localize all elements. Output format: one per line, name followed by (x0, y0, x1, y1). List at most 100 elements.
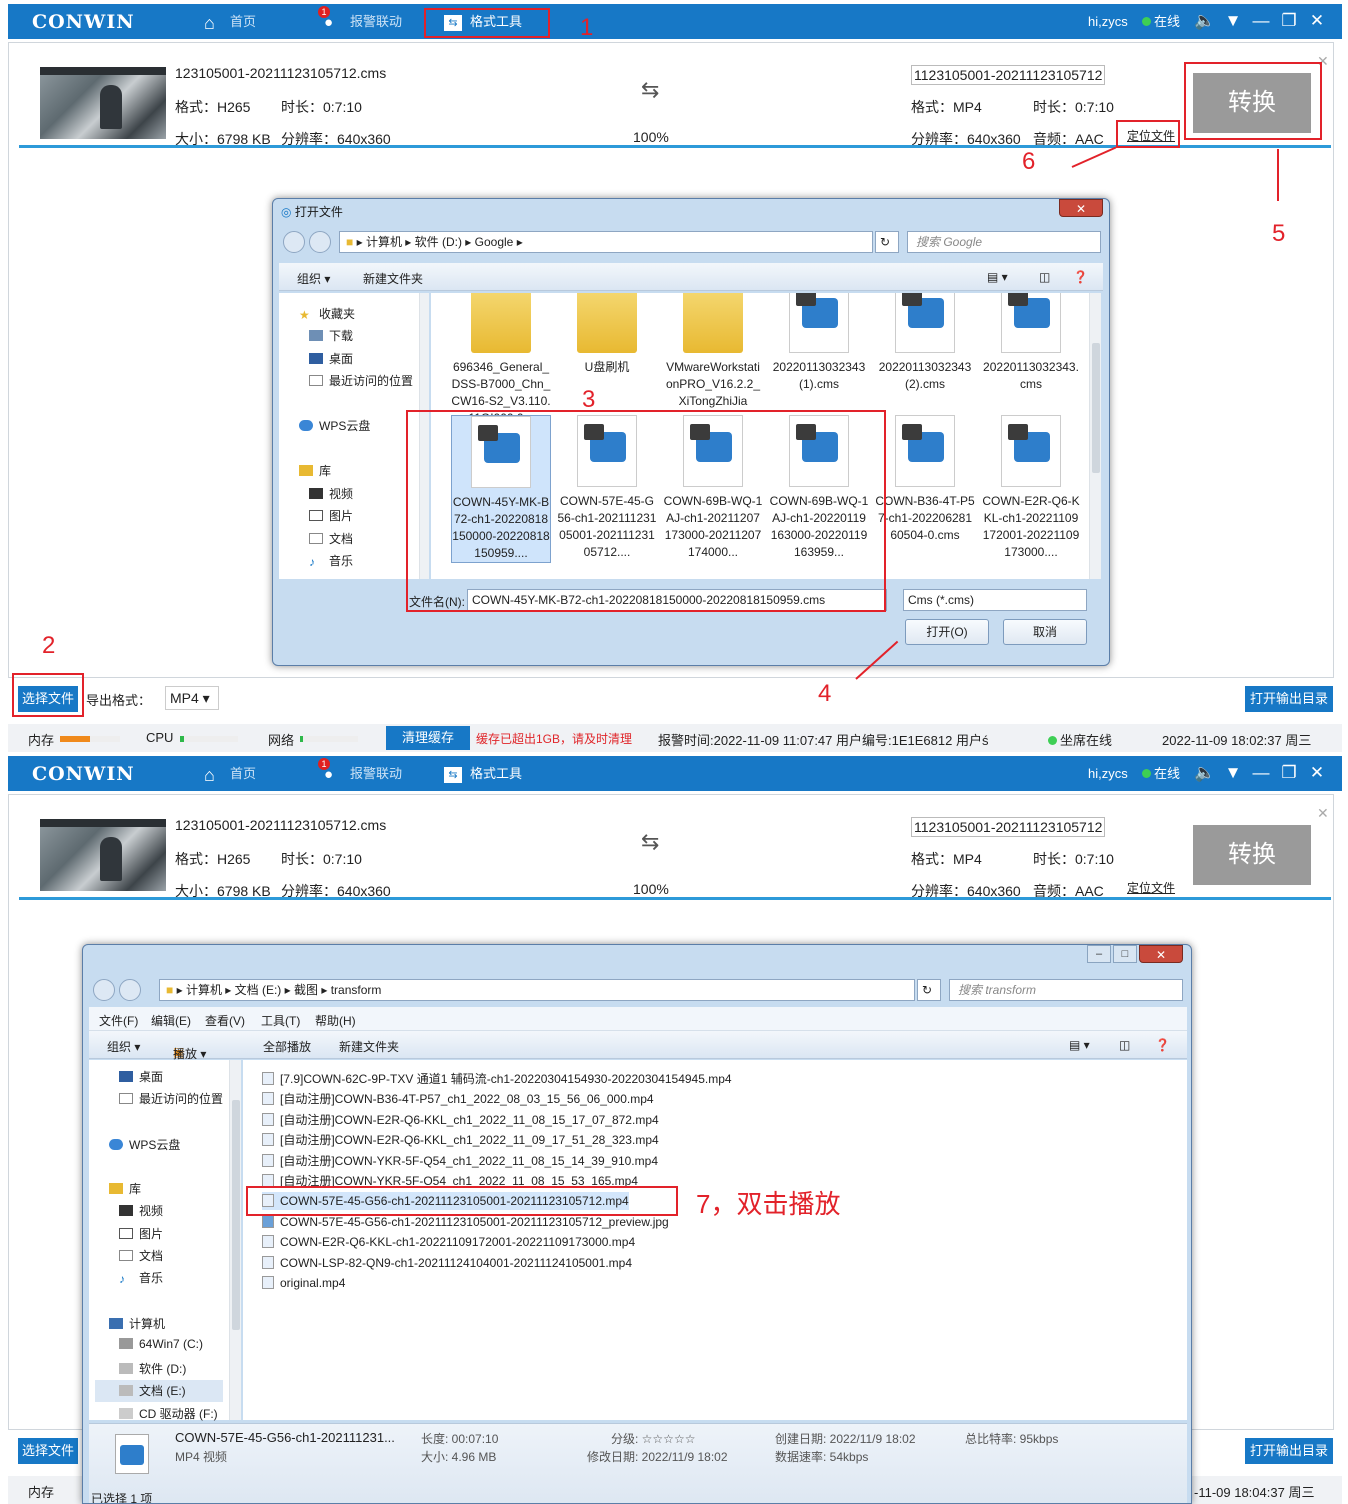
organize-menu[interactable]: 组织 ▾ (107, 1038, 140, 1055)
nav-drive-d[interactable]: 软件 (D:) (119, 1360, 186, 1377)
nav-cd-drive[interactable]: CD 驱动器 (F:) (119, 1405, 218, 1422)
file-item[interactable]: VMwareWorkstationPRO_V16.2.2_XiTongZhiJi… (663, 293, 763, 410)
nav-libraries[interactable]: 库 (109, 1180, 141, 1197)
view-icon[interactable]: ▤ ▾ (987, 270, 1008, 284)
address-bar[interactable]: ■ ▸ 计算机 ▸ 软件 (D:) ▸ Google ▸ (339, 231, 873, 253)
nav-documents[interactable]: 文档 (309, 530, 353, 547)
file-item[interactable]: COWN-B36-4T-P57-ch1-20220628160504-0.cms (875, 415, 975, 544)
dropdown-icon[interactable]: ▼ (1222, 761, 1244, 785)
nav-computer[interactable]: 计算机 (109, 1315, 165, 1332)
minimize-icon[interactable]: — (1250, 761, 1272, 785)
search-input[interactable]: 搜索 Google (907, 231, 1101, 253)
nav-recent[interactable]: 最近访问的位置 (309, 372, 413, 389)
nav-wps-cloud[interactable]: WPS云盘 (299, 417, 370, 434)
convert-button[interactable]: 转换 (1193, 825, 1311, 885)
forward-icon[interactable] (119, 979, 141, 1001)
nav-pictures[interactable]: 图片 (309, 507, 353, 524)
window-minimize-button[interactable]: – (1087, 945, 1111, 963)
scrollbar-thumb[interactable] (232, 1100, 240, 1330)
menu-tools[interactable]: 工具(T) (261, 1012, 300, 1029)
menu-edit[interactable]: 编辑(E) (151, 1012, 191, 1029)
nav-documents[interactable]: 文档 (119, 1247, 163, 1264)
nav-drive-e[interactable]: 文档 (E:) (95, 1380, 223, 1402)
volume-icon[interactable]: 🔈 (1194, 9, 1216, 33)
list-item[interactable]: original.mp4 (262, 1274, 345, 1292)
open-output-dir-button[interactable]: 打开输出目录 (1245, 1438, 1333, 1464)
dropdown-icon[interactable]: ▼ (1222, 9, 1244, 33)
menu-view[interactable]: 查看(V) (205, 1012, 245, 1029)
nav-favorites[interactable]: ★ 收藏夹 (299, 305, 355, 322)
nav-videos[interactable]: 视频 (119, 1202, 163, 1219)
play-all-button[interactable]: 全部播放 (263, 1038, 311, 1055)
view-icon[interactable]: ▤ ▾ (1069, 1038, 1090, 1052)
nav-wps-cloud[interactable]: WPS云盘 (109, 1136, 180, 1153)
list-item[interactable]: [自动注册]COWN-B36-4T-P57_ch1_2022_08_03_15_… (262, 1090, 654, 1108)
minimize-icon[interactable]: — (1250, 9, 1272, 33)
nav-alarm-linkage[interactable]: 1 ● 报警联动 (318, 6, 402, 34)
nav-recent[interactable]: 最近访问的位置 (119, 1090, 223, 1107)
clear-cache-button[interactable]: 清理缓存 (386, 726, 470, 750)
nav-format-tool[interactable]: ⇆ 格式工具 (444, 762, 522, 786)
detail-rating[interactable]: 分级: ☆☆☆☆☆ (611, 1430, 695, 1447)
file-item[interactable]: COWN-E2R-Q6-KKL-ch1-20221109172001-20221… (981, 415, 1081, 561)
preview-pane-icon[interactable]: ◫ (1119, 1038, 1130, 1052)
locate-file-link[interactable]: 定位文件 (1127, 879, 1175, 896)
file-item[interactable]: 20220113032343 (2).cms (875, 293, 975, 393)
nav-home[interactable]: ⌂ 首页 (204, 762, 256, 786)
file-item[interactable]: 20220113032343.cms (981, 293, 1081, 393)
nav-home[interactable]: ⌂ 首页 (204, 10, 256, 34)
help-icon[interactable]: ❓ (1155, 1038, 1170, 1052)
help-icon[interactable]: ❓ (1073, 270, 1088, 284)
preview-pane-icon[interactable]: ◫ (1039, 270, 1050, 284)
list-item[interactable]: [自动注册]COWN-E2R-Q6-KKL_ch1_2022_11_09_17_… (262, 1131, 659, 1149)
back-icon[interactable] (93, 979, 115, 1001)
volume-icon[interactable]: 🔈 (1194, 761, 1216, 785)
menu-file[interactable]: 文件(F) (99, 1012, 138, 1029)
organize-menu[interactable]: 组织 ▾ (297, 270, 330, 287)
cancel-button[interactable]: 取消 (1003, 619, 1087, 645)
restore-icon[interactable]: ❐ (1278, 761, 1300, 785)
open-output-dir-button[interactable]: 打开输出目录 (1245, 686, 1333, 712)
search-input[interactable]: 搜索 transform (949, 979, 1183, 1001)
nav-desktop[interactable]: 桌面 (119, 1068, 163, 1085)
refresh-icon[interactable]: ↻ (875, 231, 899, 253)
address-bar[interactable]: ■ ▸ 计算机 ▸ 文档 (E:) ▸ 截图 ▸ transform (159, 979, 915, 1001)
window-maximize-button[interactable]: □ (1113, 945, 1137, 963)
files-scrollbar[interactable] (1089, 293, 1101, 579)
new-folder-button[interactable]: 新建文件夹 (339, 1038, 399, 1055)
close-icon[interactable]: ✕ (1306, 9, 1328, 33)
list-item[interactable]: [7.9]COWN-62C-9P-TXV 通道1 辅码流-ch1-2022030… (262, 1070, 732, 1088)
file-item[interactable]: 696346_General_DSS-B7000_Chn_CW16-S2_V3.… (451, 293, 551, 427)
scrollbar-thumb[interactable] (1092, 343, 1100, 473)
list-item[interactable]: COWN-E2R-Q6-KKL-ch1-20221109172001-20221… (262, 1233, 635, 1251)
nav-pictures[interactable]: 图片 (119, 1225, 163, 1242)
nav-drive-c[interactable]: 64Win7 (C:) (119, 1337, 203, 1351)
file-item[interactable]: U盘刷机 (557, 293, 657, 376)
nav-alarm-linkage[interactable]: 1 ● 报警联动 (318, 758, 402, 786)
nav-scrollbar[interactable] (229, 1060, 241, 1420)
dialog-close-button[interactable]: ✕ (1059, 199, 1103, 217)
refresh-icon[interactable]: ↻ (917, 979, 941, 1001)
forward-icon[interactable] (309, 231, 331, 253)
output-filename[interactable]: 1123105001-20211123105712 (911, 65, 1106, 85)
nav-music[interactable]: ♪ 音乐 (119, 1269, 163, 1286)
open-button[interactable]: 打开(O) (905, 619, 989, 645)
list-item[interactable]: COWN-LSP-82-QN9-ch1-20211124104001-20211… (262, 1254, 632, 1272)
nav-music[interactable]: ♪ 音乐 (309, 552, 353, 569)
nav-desktop[interactable]: 桌面 (309, 350, 353, 367)
list-item[interactable]: [自动注册]COWN-YKR-5F-Q54_ch1_2022_11_08_15_… (262, 1152, 658, 1170)
new-folder-button[interactable]: 新建文件夹 (363, 270, 423, 287)
output-filename[interactable]: 1123105001-20211123105712 (911, 817, 1106, 837)
back-icon[interactable] (283, 231, 305, 253)
file-item[interactable]: 20220113032343 (1).cms (769, 293, 869, 393)
close-task-icon[interactable]: ✕ (1317, 805, 1329, 822)
window-close-button[interactable]: ✕ (1139, 945, 1183, 963)
export-format-select[interactable]: MP4 ▾ (165, 686, 219, 710)
nav-videos[interactable]: 视频 (309, 485, 353, 502)
nav-libraries[interactable]: 库 (299, 462, 331, 479)
file-type-select[interactable]: Cms (*.cms) (903, 589, 1087, 611)
close-icon[interactable]: ✕ (1306, 761, 1328, 785)
select-file-button[interactable]: 选择文件 (18, 1438, 78, 1464)
list-item[interactable]: [自动注册]COWN-E2R-Q6-KKL_ch1_2022_11_08_15_… (262, 1111, 659, 1129)
menu-help[interactable]: 帮助(H) (315, 1012, 356, 1029)
